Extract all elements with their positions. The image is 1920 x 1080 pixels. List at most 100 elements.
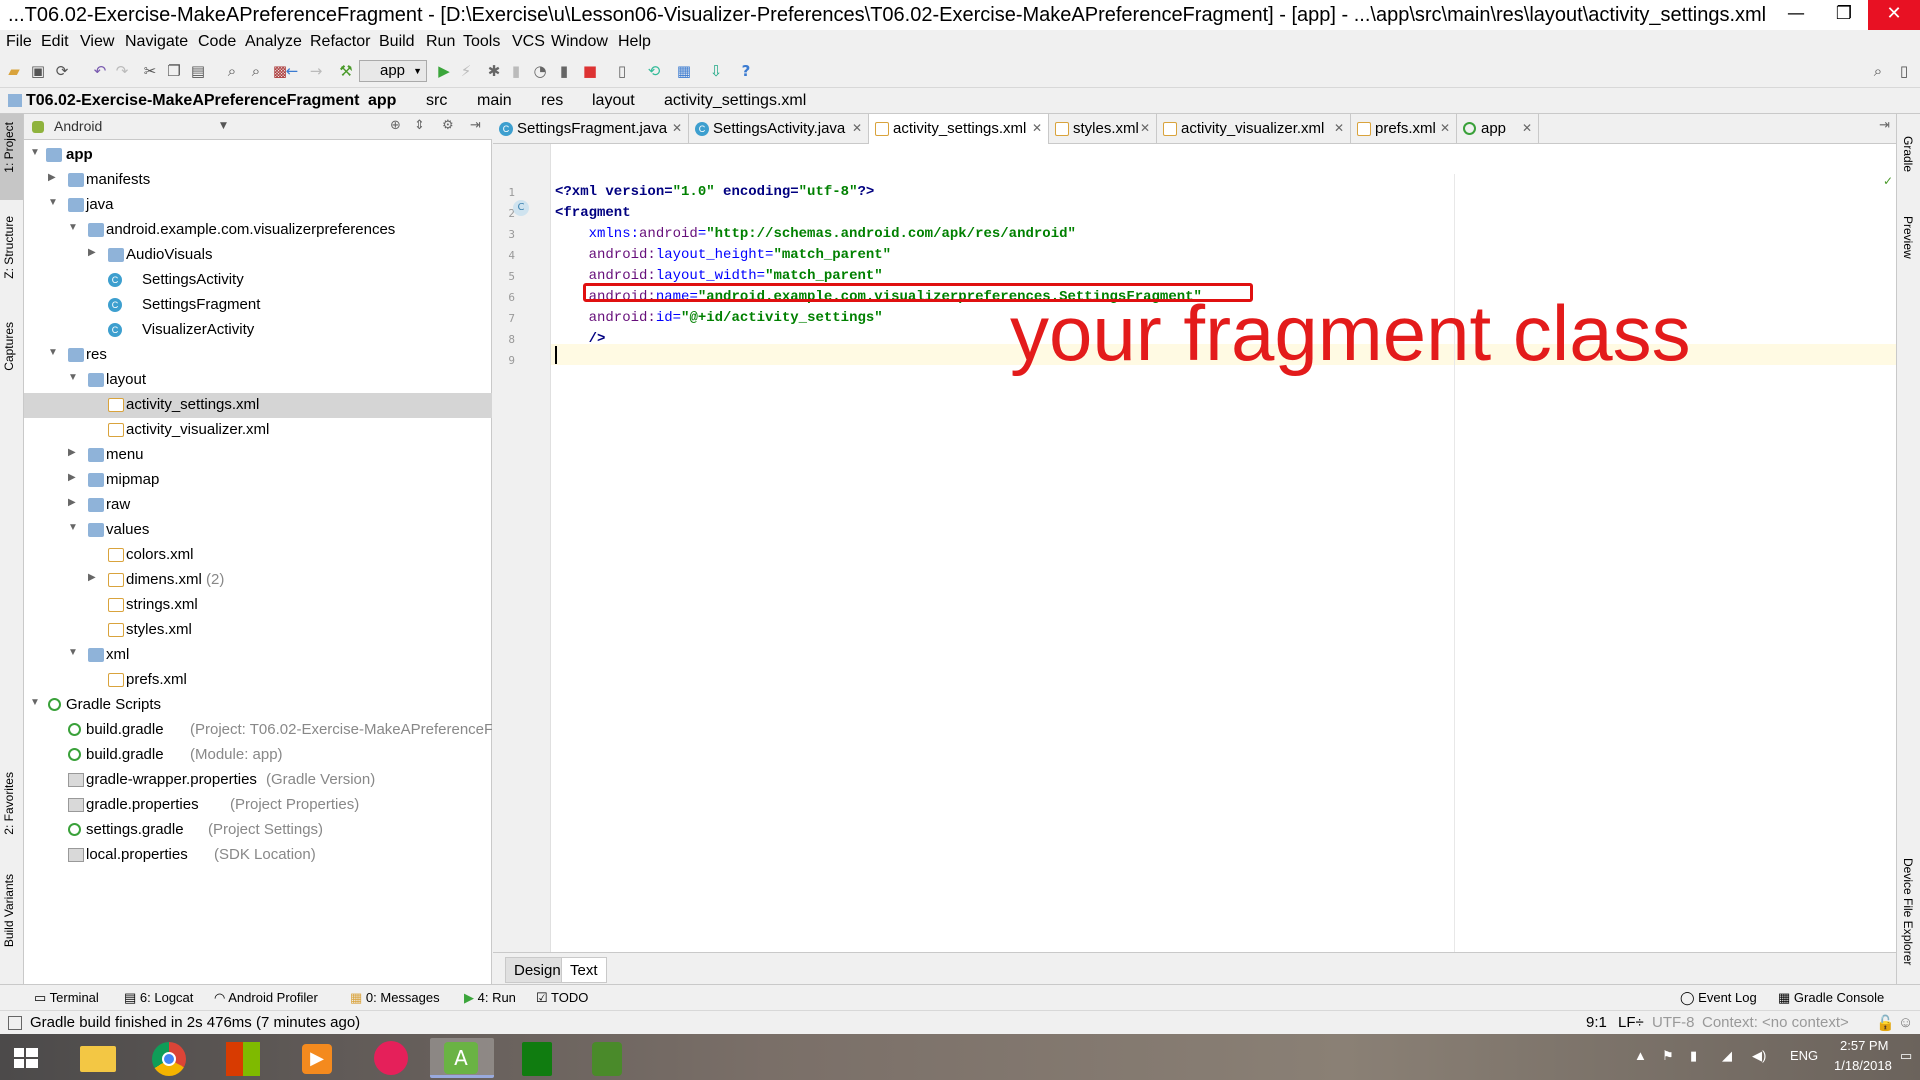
tab-gradle[interactable]: Gradle: [1901, 136, 1915, 172]
tab-overflow-icon[interactable]: ⇥: [1879, 118, 1890, 133]
terminal-button[interactable]: ▭ Terminal: [34, 990, 99, 1006]
tab-activity-settings[interactable]: activity_settings.xml ✕: [869, 114, 1049, 144]
coverage-icon[interactable]: ▮: [554, 61, 574, 81]
tree-item-raw[interactable]: ▶ raw: [24, 493, 492, 518]
tab-prefs[interactable]: prefs.xml ✕: [1351, 114, 1457, 144]
menu-help[interactable]: Help: [618, 33, 651, 51]
clock-date[interactable]: 1/18/2018: [1834, 1058, 1892, 1073]
menu-run[interactable]: Run: [426, 33, 455, 51]
expand-icon[interactable]: ▼: [68, 647, 78, 658]
flickr-icon[interactable]: [364, 1038, 420, 1078]
todo-button[interactable]: ☑ TODO: [536, 990, 588, 1006]
tree-item-gradle-wrapper[interactable]: gradle-wrapper.properties (Gradle Version…: [24, 768, 492, 793]
tree-item-gradle-properties[interactable]: gradle.properties (Project Properties): [24, 793, 492, 818]
tree-item-activity-settings[interactable]: activity_settings.xml: [24, 393, 492, 418]
expand-icon[interactable]: ▼: [30, 147, 40, 158]
run-icon[interactable]: ▶: [434, 61, 454, 81]
sdk-manager-icon[interactable]: ⇩: [706, 61, 726, 81]
tab-app[interactable]: app ✕: [1457, 114, 1539, 144]
chevron-down-icon[interactable]: ▼: [220, 121, 227, 131]
media-player-icon[interactable]: ▶: [290, 1038, 346, 1078]
context[interactable]: Context: <no context>: [1702, 1014, 1849, 1031]
gradle-sync-icon[interactable]: ⟲: [644, 61, 664, 81]
expand-icon[interactable]: ▼: [68, 222, 78, 233]
expand-icon[interactable]: ▶: [88, 247, 96, 258]
tree-item-styles[interactable]: styles.xml: [24, 618, 492, 643]
close-icon[interactable]: ✕: [1140, 114, 1150, 143]
tree-item-package[interactable]: ▼ android.example.com.visualizerpreferenc…: [24, 218, 492, 243]
file-explorer-icon[interactable]: [70, 1038, 126, 1078]
messages-button[interactable]: ▦ 0: Messages: [350, 990, 440, 1006]
breadcrumb-project[interactable]: T06.02-Exercise-MakeAPreferenceFragment: [26, 92, 360, 110]
expand-icon[interactable]: ▶: [68, 472, 76, 483]
expand-icon[interactable]: ▼: [68, 372, 78, 383]
flag-icon[interactable]: ⚑: [1662, 1048, 1674, 1064]
tree-item-dimens[interactable]: ▶ dimens.xml (2): [24, 568, 492, 593]
breadcrumb-src[interactable]: src: [410, 92, 447, 110]
tree-item-prefs[interactable]: prefs.xml: [24, 668, 492, 693]
close-icon[interactable]: ✕: [852, 114, 862, 143]
replace-icon[interactable]: ⌕: [246, 61, 266, 81]
expand-icon[interactable]: ▶: [88, 572, 96, 583]
notifications-icon[interactable]: ▭: [1900, 1048, 1912, 1064]
wifi-icon[interactable]: ◢: [1722, 1048, 1732, 1064]
tree-item-res[interactable]: ▼ res: [24, 343, 492, 368]
tree-item-mipmap[interactable]: ▶ mipmap: [24, 468, 492, 493]
expand-icon[interactable]: ▶: [68, 497, 76, 508]
tab-captures[interactable]: Captures: [2, 322, 16, 371]
tab-design[interactable]: Design: [505, 957, 570, 983]
office-tiles-icon[interactable]: [216, 1038, 272, 1078]
profile-icon[interactable]: ◔: [530, 61, 550, 81]
breadcrumb-layout[interactable]: layout: [576, 92, 635, 110]
status-message[interactable]: Gradle build finished in 2s 476ms (7 min…: [30, 1014, 360, 1031]
open-folder-icon[interactable]: ▰: [4, 61, 24, 81]
close-button[interactable]: ✕: [1868, 0, 1920, 30]
menu-edit[interactable]: Edit: [41, 33, 69, 51]
tree-item-values[interactable]: ▼ values: [24, 518, 492, 543]
tree-item-audiovisuals[interactable]: ▶ AudioVisuals: [24, 243, 492, 268]
menu-code[interactable]: Code: [198, 33, 236, 51]
minimize-button[interactable]: —: [1772, 0, 1820, 30]
tree-item-local-properties[interactable]: local.properties (SDK Location): [24, 843, 492, 868]
project-structure-icon[interactable]: ▦: [674, 61, 694, 81]
paste-icon[interactable]: ▤: [188, 61, 208, 81]
breadcrumb-app[interactable]: app: [352, 92, 396, 110]
tab-build-variants[interactable]: Build Variants: [2, 874, 16, 947]
tree-item-activity-visualizer[interactable]: activity_visualizer.xml: [24, 418, 492, 443]
view-mode-select[interactable]: Android: [54, 118, 102, 134]
start-button[interactable]: [0, 1038, 52, 1078]
lock-icon[interactable]: 🔓: [1876, 1014, 1895, 1032]
menu-window[interactable]: Window: [551, 33, 608, 51]
maximize-button[interactable]: ❐: [1820, 0, 1868, 30]
tab-activity-visualizer[interactable]: activity_visualizer.xml ✕: [1157, 114, 1351, 144]
tab-settingsfragment[interactable]: C SettingsFragment.java ✕: [493, 114, 689, 144]
tree-item-settingsactivity[interactable]: C SettingsActivity: [24, 268, 492, 293]
menu-analyze[interactable]: Analyze: [245, 33, 302, 51]
close-icon[interactable]: ✕: [672, 114, 682, 143]
attach-debugger-icon[interactable]: ▮: [506, 61, 526, 81]
close-icon[interactable]: ✕: [1032, 114, 1042, 143]
tree-item-java[interactable]: ▼ java: [24, 193, 492, 218]
clock-time[interactable]: 2:57 PM: [1840, 1038, 1888, 1053]
expand-icon[interactable]: ▼: [48, 347, 58, 358]
logcat-button[interactable]: ▤ 6: Logcat: [124, 990, 193, 1006]
menu-navigate[interactable]: Navigate: [125, 33, 188, 51]
copy-icon[interactable]: ❐: [164, 61, 184, 81]
tree-item-build-gradle-module[interactable]: build.gradle (Module: app): [24, 743, 492, 768]
redo-icon[interactable]: ↷: [112, 61, 132, 81]
tab-text[interactable]: Text: [561, 957, 607, 983]
debug-icon[interactable]: ✱: [484, 61, 504, 81]
close-icon[interactable]: ✕: [1440, 114, 1450, 143]
menu-build[interactable]: Build: [379, 33, 415, 51]
help-icon[interactable]: ?: [736, 61, 756, 81]
tree-item-visualizeractivity[interactable]: C VisualizerActivity: [24, 318, 492, 343]
make-project-icon[interactable]: ⚒: [336, 61, 356, 81]
expand-icon[interactable]: ▶: [48, 172, 56, 183]
run-config-dropdown[interactable]: app ▼: [359, 60, 427, 82]
caret-position[interactable]: 9:1: [1586, 1014, 1607, 1031]
expand-icon[interactable]: ▶: [68, 447, 76, 458]
back-icon[interactable]: ←: [282, 61, 302, 81]
store-icon[interactable]: [510, 1038, 566, 1078]
stop-icon[interactable]: ■: [580, 61, 600, 81]
expand-icon[interactable]: ▼: [48, 197, 58, 208]
